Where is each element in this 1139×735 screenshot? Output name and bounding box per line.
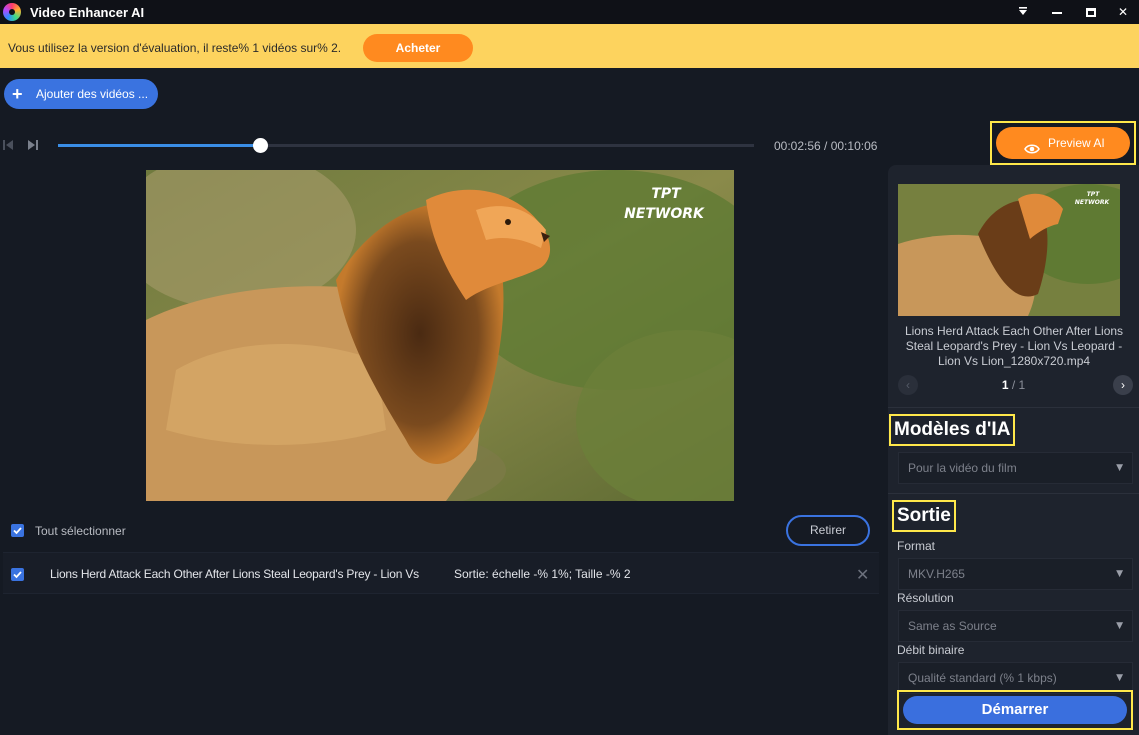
remove-button[interactable]: Retirer [786,515,870,546]
eye-icon [1024,136,1040,168]
trial-banner: Vous utilisez la version d'évaluation, i… [0,24,1139,68]
pager: 1 / 1 [888,378,1139,392]
ai-model-select[interactable]: Pour la vidéo du film ▼ [898,452,1133,484]
title-bar: Video Enhancer AI ✕ [0,0,1139,24]
maximize-icon[interactable] [1074,0,1108,24]
watermark-line-2: NETWORK [624,206,705,222]
format-value: MKV.H265 [908,567,965,581]
add-videos-label: Ajouter des vidéos ... [36,87,149,101]
video-preview: TPT NETWORK [146,170,734,501]
pager-total: / 1 [1008,378,1026,392]
video-thumbnail[interactable]: TPT NETWORK [898,184,1120,316]
select-all-checkbox[interactable] [11,524,24,537]
resolution-label: Résolution [897,591,954,605]
preview-ai-highlight: Preview AI [990,121,1136,165]
close-icon[interactable]: ✕ [1106,0,1139,24]
format-select[interactable]: MKV.H265 ▼ [898,558,1133,590]
seek-bar[interactable] [58,138,754,153]
seek-bar-progress [58,144,260,147]
start-highlight: Démarrer [897,690,1133,730]
select-all-label: Tout sélectionner [35,524,126,538]
watermark-line-1: TPT [651,186,682,202]
divider [888,407,1139,408]
chevron-down-icon: ▼ [1116,463,1123,473]
buy-button[interactable]: Acheter [363,34,473,62]
skip-back-icon[interactable] [2,139,14,151]
preview-ai-label: Preview AI [1048,136,1105,150]
remove-row-icon[interactable]: ✕ [856,565,869,584]
dropdown-menu-icon[interactable] [1006,0,1040,24]
app-title: Video Enhancer AI [30,5,145,20]
seek-handle[interactable] [252,138,268,153]
settings-panel: TPT NETWORK Lions Herd Attack Each Other… [888,165,1139,735]
resolution-value: Same as Source [908,619,997,633]
format-label: Format [897,539,936,553]
resolution-select[interactable]: Same as Source ▼ [898,610,1133,642]
row-checkbox[interactable] [11,568,24,581]
ai-model-value: Pour la vidéo du film [908,461,1017,475]
ai-models-heading: Modèles d'IA [889,414,1016,446]
app-logo-icon [3,3,21,21]
playback-time: 00:02:56 / 00:10:06 [774,139,878,153]
start-button[interactable]: Démarrer [903,696,1127,724]
bitrate-value: Qualité standard (% 1 kbps) [908,671,1057,685]
pager-current: 1 [1001,378,1009,392]
next-page-icon[interactable]: › [1113,375,1133,395]
table-row[interactable]: Lions Herd Attack Each Other After Lions… [3,552,879,594]
chevron-down-icon: ▼ [1116,621,1123,631]
preview-ai-button[interactable]: Preview AI [996,127,1130,159]
trial-banner-text: Vous utilisez la version d'évaluation, i… [8,41,342,55]
video-file-name: Lions Herd Attack Each Other After Lions… [50,567,419,581]
chevron-down-icon: ▼ [1116,569,1123,579]
bitrate-label: Débit binaire [897,643,965,657]
thumbnail-title: Lions Herd Attack Each Other After Lions… [904,324,1124,368]
plus-icon: + [12,84,23,104]
skip-forward-icon[interactable] [27,139,39,151]
output-heading: Sortie [892,500,956,532]
video-output-info: Sortie: échelle -% 1%; Taille -% 2 [454,567,631,581]
svg-text:NETWORK: NETWORK [1075,199,1111,206]
divider [888,493,1139,494]
minimize-icon[interactable] [1040,0,1074,24]
add-videos-button[interactable]: + Ajouter des vidéos ... [4,79,158,109]
chevron-down-icon: ▼ [1116,673,1123,683]
svg-text:TPT: TPT [1087,191,1100,198]
